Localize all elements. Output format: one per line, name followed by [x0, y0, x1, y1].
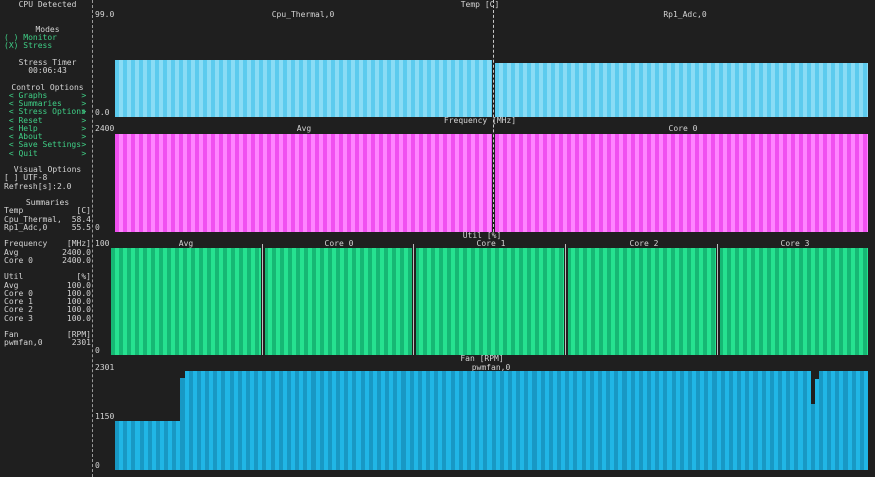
y-max-label: 2400	[95, 124, 115, 133]
y-max-label: 100	[95, 239, 110, 248]
y-max-label: 99.0	[95, 10, 115, 19]
temp-freq-center-divider	[493, 0, 494, 232]
row-label: < Quit	[4, 148, 38, 158]
series-label: Core 0	[668, 124, 698, 133]
series-label: Cpu_Thermal,0	[271, 10, 335, 19]
sidebar-blank-row	[4, 9, 91, 17]
series-divider	[262, 244, 265, 355]
row-label: Core 3	[4, 313, 33, 323]
bar-core-0	[495, 134, 868, 232]
row-label: Refresh[s]:2.0	[4, 181, 72, 191]
y-min-label: 0	[95, 346, 100, 355]
row-label: Core 0	[4, 255, 33, 265]
sidebar-row-core-3: Core 3 100.0	[4, 313, 91, 323]
row-value: 55.5	[71, 222, 91, 232]
sidebar-row-core-0: Core 0 2400.0	[4, 255, 91, 265]
series-label: Core 2	[629, 239, 659, 248]
series-label: Avg	[178, 239, 194, 248]
sidebar: CPU Detected Modes( ) Monitor (X) Stress St…	[4, 0, 91, 348]
row-label: (X) Stress	[4, 41, 53, 51]
sidebar-row-cpu-detected: CPU Detected	[18, 0, 77, 9]
series-label: Core 3	[780, 239, 810, 248]
sidebar-row-quit[interactable]: < Quit >	[4, 148, 91, 158]
sidebar-row-pwmfan-0: pwmfan,0 2301	[4, 338, 91, 348]
sidebar-row-00-06-43: 00:06:43	[28, 66, 67, 75]
series-divider	[413, 244, 416, 355]
y-mid-label: 1150	[95, 412, 115, 421]
series-label: Core 0	[324, 239, 354, 248]
bar-avg	[111, 248, 261, 355]
y-min-label: 0	[95, 223, 100, 232]
sidebar-divider	[92, 0, 93, 477]
sidebar-row-refresh-s-2-0[interactable]: Refresh[s]:2.0	[4, 181, 91, 191]
y-max-label: 2301	[95, 363, 115, 372]
row-value: 100.0	[66, 313, 91, 323]
bar-rp1-adc-0	[495, 62, 868, 117]
sidebar-row-rp1-adc-0: Rp1_Adc,0 55.5	[4, 222, 91, 232]
row-value: 2301	[71, 338, 91, 348]
series-label: Core 1	[476, 239, 506, 248]
row-label: pwmfan,0	[4, 338, 43, 348]
sidebar-row-x-stress: (X) Stress	[4, 41, 91, 51]
bar-core-3	[719, 248, 868, 355]
y-min-label: 0.0	[95, 108, 110, 117]
bar-avg	[115, 134, 492, 232]
chart-title: Frequency [MHz]	[443, 116, 517, 125]
bar-core-0	[264, 248, 412, 355]
series-divider	[565, 244, 568, 355]
fan-column	[863, 371, 869, 470]
bar-core-1	[415, 248, 564, 355]
bar-core-2	[567, 248, 716, 355]
series-label: Rp1_Adc,0	[663, 10, 707, 19]
series-label: Avg	[296, 124, 312, 133]
fan-plot-area	[115, 371, 869, 470]
chart-title: Fan [RPM]	[460, 354, 504, 363]
row-label: Rp1_Adc,0	[4, 222, 48, 232]
y-min-label: 0	[95, 461, 100, 470]
series-divider	[717, 244, 720, 355]
row-value: >	[81, 148, 91, 158]
row-value: 2400.0	[62, 255, 91, 265]
bar-cpu-thermal-0	[115, 59, 492, 117]
